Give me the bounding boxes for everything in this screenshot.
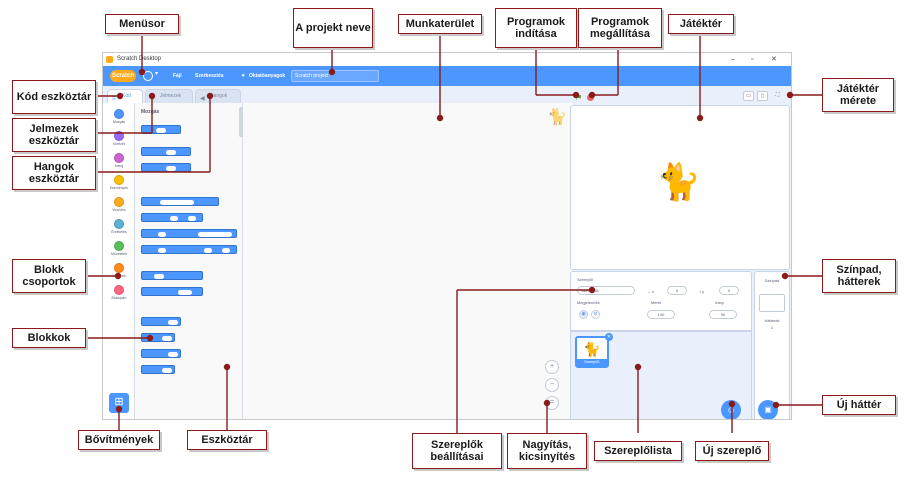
callout-hangok-eszkoztar: Hangok eszköztár [12, 156, 96, 190]
callout-jatekter-merete: Játéktér mérete [822, 78, 894, 112]
callout-eszkoztar: Eszköztár [187, 430, 267, 450]
callout-blokk-csoportok: Blokk csoportok [12, 259, 86, 293]
callout-blokkok: Blokkok [12, 328, 86, 348]
callout-szereplolista: Szereplőlista [594, 441, 682, 461]
callout-uj-hatter: Új háttér [822, 395, 896, 415]
callout-menusor: Menüsor [105, 14, 179, 34]
callout-bovitmenyek: Bővítmények [78, 430, 160, 450]
callout-szinpad-hatterek: Színpad, hátterek [822, 259, 896, 293]
callout-uj-szereplo: Új szereplő [695, 441, 769, 461]
callout-szereplok-beallitasai: Szereplők beállításai [412, 433, 502, 469]
callout-jatekter: Játéktér [668, 14, 734, 34]
callout-programok-inditasa: Programok indítása [495, 8, 577, 48]
callout-projekt-neve: A projekt neve [293, 8, 373, 48]
callout-munkaterulet: Munkaterület [398, 14, 482, 34]
callout-programok-megallitasa: Programok megállítása [578, 8, 662, 48]
annotation-connectors [86, 34, 822, 433]
callout-nagyitas: Nagyítás, kicsinyítés [507, 433, 587, 469]
callout-kod-eszkoztar: Kód eszköztár [12, 80, 96, 114]
callout-jelmezek-eszkoztar: Jelmezek eszköztár [12, 118, 96, 152]
